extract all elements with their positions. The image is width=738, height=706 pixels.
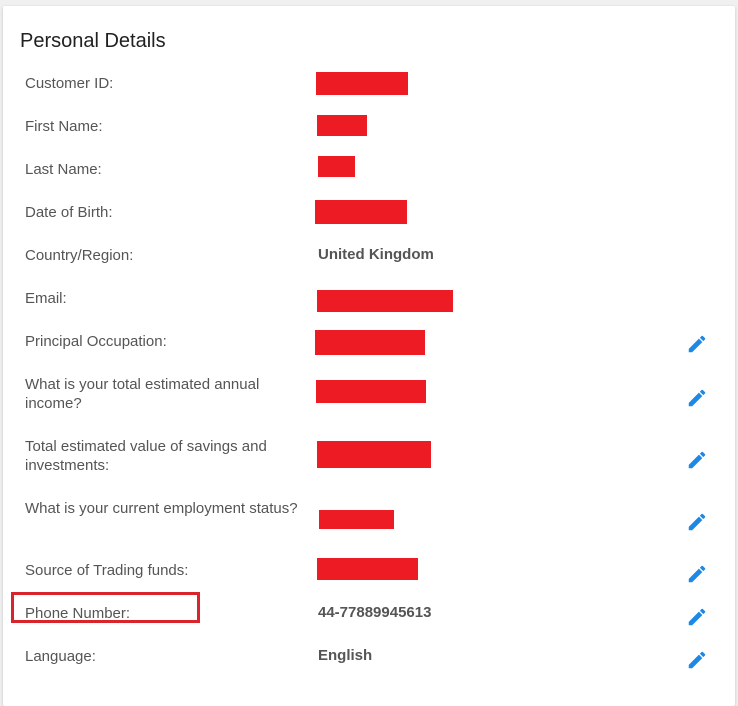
last-name-redacted — [318, 156, 355, 177]
edit-annual-income-button[interactable] — [686, 387, 708, 409]
first-name-redacted — [317, 115, 367, 136]
savings-investments-label: Total estimated value of savings and inv… — [25, 438, 267, 474]
last-name-label: Last Name: — [25, 161, 102, 178]
email-label: Email: — [25, 290, 67, 307]
edit-language-button[interactable] — [686, 649, 708, 671]
phone-number-value: 44-77889945613 — [318, 604, 432, 621]
pencil-icon — [688, 389, 706, 407]
employment-status-redacted — [319, 510, 394, 529]
pencil-icon — [688, 451, 706, 469]
edit-savings-investments-button[interactable] — [686, 449, 708, 471]
principal-occupation-redacted — [315, 330, 425, 355]
trading-funds-source-label: Source of Trading funds: — [25, 562, 189, 579]
phone-number-highlight — [11, 592, 200, 623]
date-of-birth-redacted — [315, 200, 407, 224]
pencil-icon — [688, 513, 706, 531]
edit-principal-occupation-button[interactable] — [686, 333, 708, 355]
date-of-birth-label: Date of Birth: — [25, 204, 113, 221]
customer-id-redacted — [316, 72, 408, 95]
edit-trading-funds-source-button[interactable] — [686, 563, 708, 585]
annual-income-label: What is your total estimated annual inco… — [25, 376, 260, 412]
pencil-icon — [688, 608, 706, 626]
annual-income-redacted — [316, 380, 426, 403]
country-region-value: United Kingdom — [318, 246, 434, 263]
language-value: English — [318, 647, 373, 664]
trading-funds-source-redacted — [317, 558, 418, 580]
first-name-label: First Name: — [25, 118, 103, 135]
customer-id-label: Customer ID: — [25, 75, 114, 92]
section-title: Personal Details — [20, 30, 166, 52]
email-redacted — [317, 290, 453, 312]
pencil-icon — [688, 335, 706, 353]
pencil-icon — [688, 565, 706, 583]
edit-phone-number-button[interactable] — [686, 606, 708, 628]
savings-investments-redacted — [317, 441, 431, 468]
principal-occupation-label: Principal Occupation: — [25, 333, 167, 350]
edit-employment-status-button[interactable] — [686, 511, 708, 533]
country-region-label: Country/Region: — [25, 247, 134, 264]
pencil-icon — [688, 651, 706, 669]
language-label: Language: — [25, 648, 96, 665]
employment-status-label: What is your current employment status? — [25, 500, 298, 517]
